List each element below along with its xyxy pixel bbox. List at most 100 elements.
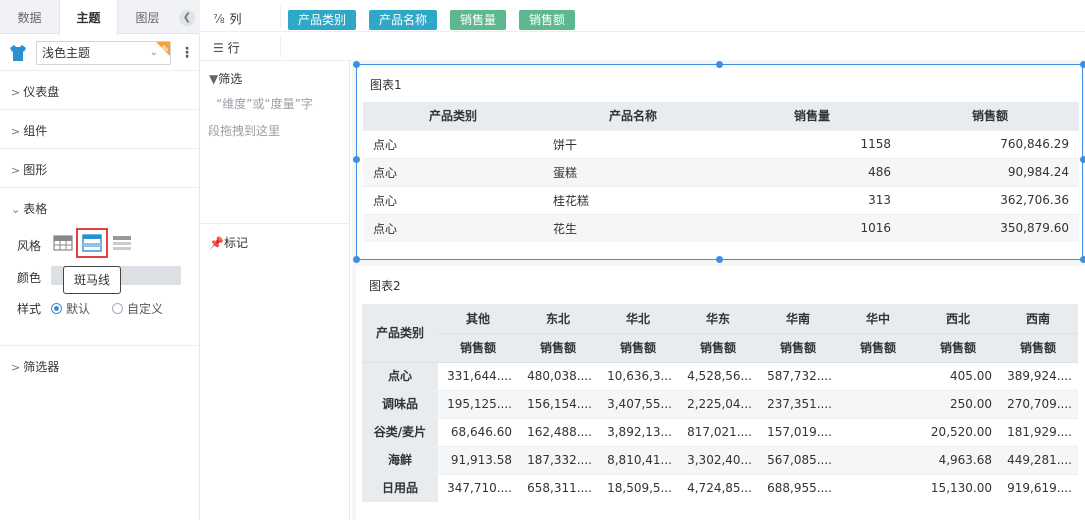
filter-title: ▼筛选 [209,70,242,87]
table-cell: 18,509,5... [598,473,678,502]
region-header[interactable]: 华中 [838,304,918,334]
chart2-row-header[interactable]: 产品类别 [362,304,438,363]
measure-header[interactable]: 销售额 [998,333,1078,363]
resize-handle-tl[interactable] [353,61,360,68]
resize-handle-t[interactable] [716,61,723,68]
region-header[interactable]: 华南 [758,304,838,334]
columns-shelf[interactable]: ⅞ 列 产品类别 产品名称 销售量 销售额 [200,2,1085,32]
column-pill-sales[interactable]: 销售额 [519,10,576,30]
resize-handle-l[interactable] [353,156,360,163]
color-label: 颜色 [17,271,42,285]
panel-tabs: 数据 主题 图层 ❮ [0,0,200,35]
table-cell: 270,709.... [998,389,1078,418]
measure-header[interactable]: 销售额 [758,333,838,363]
resize-handle-tr[interactable] [1080,61,1085,68]
section-component[interactable]: > 组件 [0,109,200,148]
plain-style-icon[interactable] [112,234,132,252]
grid-style-icon[interactable] [53,234,73,252]
section-filter[interactable]: > 筛选器 [0,345,200,384]
table-cell: 405.00 [918,361,998,390]
zebra-style-button[interactable] [76,228,108,258]
chevron-down-icon: ⌄ [11,203,21,216]
table-cell: 250.00 [918,389,998,418]
table-cell: 68,646.60 [438,417,518,446]
section-component-label: 组件 [23,124,48,138]
column-pill-product[interactable]: 产品名称 [369,10,438,30]
section-shape[interactable]: > 图形 [0,148,200,187]
table-cell: 486 [723,157,901,186]
left-panel: 数据 主题 图层 ❮ 浅色主题 ⌄ ✎ ⋮ > 仪表盘 > 组件 > 图形 ⌄ … [0,0,200,520]
section-table-label: 表格 [23,202,48,216]
table-cell: 桂花糕 [543,185,723,214]
tab-data[interactable]: 数据 [0,0,59,34]
pin-icon: 📌 [209,236,224,250]
chart1-card[interactable]: 图表1 产品类别 产品名称 销售量 销售额 点心 饼干 1158 760,846… [353,61,1085,263]
chart1-header-cell[interactable]: 销售量 [723,102,901,130]
measure-header[interactable]: 销售额 [918,333,998,363]
measure-header[interactable]: 销售额 [598,333,678,363]
measure-header[interactable]: 销售额 [518,333,598,363]
app-root: 数据 主题 图层 ❮ 浅色主题 ⌄ ✎ ⋮ > 仪表盘 > 组件 > 图形 ⌄ … [0,0,1085,520]
table-row: 点心 花生 1016 350,879.60 [363,213,1079,242]
tab-layer[interactable]: 图层 [118,0,177,34]
table-cell: 20,520.00 [918,417,998,446]
table-cell: 3,302,40... [678,445,758,474]
filter-drop-hint-1: “维度”或“度量”字 [216,97,313,111]
table-cell: 3,892,13... [598,417,678,446]
resize-handle-br[interactable] [1080,256,1085,263]
section-table[interactable]: ⌄ 表格 [0,187,200,226]
resize-handle-b[interactable] [716,256,723,263]
table-cell: 658,311.... [518,473,598,502]
table-cell: 350,879.60 [901,213,1079,242]
zebra-style-icon [82,234,102,252]
chart2-region-header-row: 产品类别 其他 东北 华北 华东 华南 华中 西北 西南 [362,304,1078,363]
chart1-header-cell[interactable]: 产品类别 [363,102,543,130]
table-row: 海鲜 91,913.58 187,332.... 8,810,41... 3,3… [362,445,1078,474]
chevron-right-icon: > [11,125,21,138]
table-cell: 15,130.00 [918,473,998,502]
theme-shirt-icon [10,45,26,61]
region-header[interactable]: 西南 [998,304,1078,334]
region-header[interactable]: 其他 [438,304,518,334]
pencil-icon[interactable]: ✎ [161,42,169,61]
chart1-title: 图表1 [370,78,402,92]
measure-header[interactable]: 销售额 [678,333,758,363]
row-header-cell: 日用品 [362,473,438,502]
chart1-header-cell[interactable]: 产品名称 [543,102,723,130]
radio-unchecked-icon [112,303,123,314]
table-cell: 156,154.... [518,389,598,418]
more-options-icon[interactable]: ⋮ [180,44,194,62]
region-header[interactable]: 华北 [598,304,678,334]
tab-theme[interactable]: 主题 [59,0,118,35]
radio-default[interactable]: 默认 [51,300,90,317]
section-filter-label: 筛选器 [23,360,60,374]
chart2-card[interactable]: 图表2 产品类别 其他 东北 华北 华东 华南 华中 西北 西南 销售额 销售额… [356,266,1085,520]
filter-mark-panel: ▼筛选 “维度”或“度量”字 段拖拽到这里 📌标记 [200,60,350,520]
chevron-right-icon: > [11,164,21,177]
table-cell: 点心 [363,185,543,214]
collapse-panel-icon[interactable]: ❮ [179,10,195,26]
table-cell: 567,085.... [758,445,838,474]
dashboard-canvas: 图表1 产品类别 产品名称 销售量 销售额 点心 饼干 1158 760,846… [352,60,1085,520]
region-header[interactable]: 东北 [518,304,598,334]
region-header[interactable]: 西北 [918,304,998,334]
column-pill-quantity[interactable]: 销售量 [450,10,507,30]
theme-select-value: 浅色主题 [42,46,91,60]
column-pill-category[interactable]: 产品类别 [288,10,357,30]
region-header[interactable]: 华东 [678,304,758,334]
table-row: 调味品 195,125.... 156,154.... 3,407,55... … [362,389,1078,418]
section-dashboard[interactable]: > 仪表盘 [0,70,200,109]
resize-handle-r[interactable] [1080,156,1085,163]
filter-title-label: 筛选 [218,72,243,86]
chart1-header-cell[interactable]: 销售额 [901,102,1079,130]
table-cell: 3,407,55... [598,389,678,418]
measure-header[interactable]: 销售额 [438,333,518,363]
measure-header[interactable]: 销售额 [838,333,918,363]
radio-custom[interactable]: 自定义 [112,300,163,317]
table-row: 点心 蛋糕 486 90,984.24 [363,157,1079,186]
resize-handle-bl[interactable] [353,256,360,263]
table-cell: 162,488.... [518,417,598,446]
rows-shelf[interactable]: ☰ 行 [200,31,1085,61]
theme-select[interactable]: 浅色主题 ⌄ ✎ [36,41,171,65]
table-cell: 点心 [363,213,543,242]
